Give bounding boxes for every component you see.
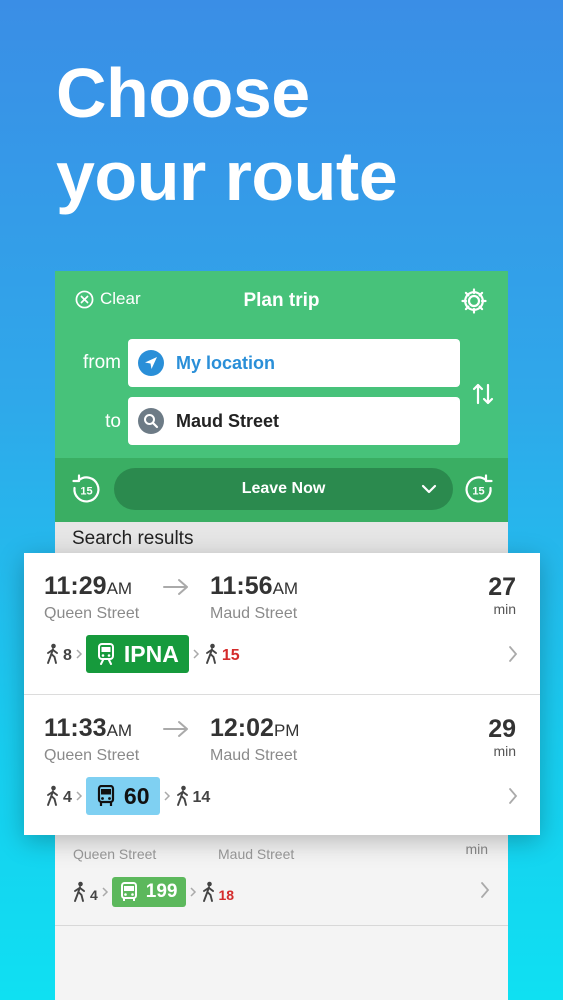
swap-arrows-icon[interactable]: [471, 381, 495, 407]
result-2-to-stop: Maud Street: [210, 747, 298, 764]
depart-ampm: AM: [106, 579, 133, 598]
from-value: My location: [176, 352, 276, 373]
forward-minutes: 15: [472, 486, 484, 498]
walking-person-icon: [47, 785, 58, 806]
search-icon: [138, 408, 164, 434]
walking-person-icon: [74, 881, 85, 902]
arrive-ampm: PM: [273, 721, 300, 740]
result-1-to-stop: Maud Street: [210, 605, 298, 622]
rewind-15-button[interactable]: 15: [70, 474, 102, 506]
forward-15-icon: 15: [465, 474, 493, 503]
walk-minutes: 4: [63, 789, 72, 806]
arrow-right-icon: [163, 579, 188, 595]
result-1-legs: 8 IPNA 15: [44, 635, 240, 673]
duration-value: 27: [488, 573, 516, 601]
walk-minutes: 4: [90, 887, 98, 903]
walk-minutes: 8: [63, 647, 72, 664]
arrive-time: 11:56: [210, 572, 273, 600]
route-name: IPNA: [123, 640, 179, 667]
result-1-duration: 27 min: [488, 573, 516, 617]
walking-person-icon: [205, 643, 217, 664]
result-2-duration: 29 min: [488, 715, 516, 759]
route-number: 199: [145, 881, 178, 902]
walk-minutes: 14: [192, 789, 211, 806]
result-row-1[interactable]: 11:29AM 11:56AM Queen Street Maud Street…: [24, 553, 540, 694]
walking-person-icon: [47, 643, 58, 664]
page-title: Plan trip: [243, 290, 320, 311]
to-label: to: [105, 411, 121, 432]
chevron-right-icon: [481, 882, 490, 898]
result-3-legs: 4 199 18: [71, 877, 234, 907]
chevron-right-icon: [76, 649, 82, 659]
depart-time: 11:33: [44, 714, 107, 742]
duration-unit: min: [493, 743, 516, 759]
location-arrow-icon: [138, 350, 164, 376]
walk-minutes: 18: [218, 887, 235, 903]
arrive-time: 12:02: [210, 714, 274, 742]
walk-leg: 14: [174, 785, 211, 807]
headline-line-1: Choose: [56, 54, 310, 132]
walk-minutes: 15: [221, 647, 240, 664]
from-label: from: [83, 352, 121, 373]
walk-leg: 15: [203, 643, 240, 665]
route-badge: 60: [85, 777, 160, 815]
depart-time: 11:29: [44, 572, 107, 600]
result-3-duration: min: [465, 841, 488, 857]
walking-person-icon: [176, 785, 188, 806]
chevron-right-icon: [509, 646, 518, 662]
result-1-from-stop: Queen Street: [44, 605, 140, 622]
time-bar: 15 Leave Now 15: [55, 458, 508, 522]
duration-value: 29: [488, 715, 516, 743]
result-2-from-stop: Queen Street: [44, 747, 140, 764]
chevron-down-icon: [421, 484, 437, 494]
walk-leg: 4: [71, 881, 98, 903]
trip-planner-header: Clear Plan trip from My location to Maud…: [55, 271, 508, 458]
chevron-right-icon: [76, 791, 82, 801]
result-1-depart: 11:29AM: [44, 572, 132, 601]
duration-unit: min: [493, 601, 516, 617]
leave-now-dropdown[interactable]: Leave Now: [114, 468, 453, 510]
result-3-from-stop: Queen Street: [73, 846, 157, 862]
result-2-legs: 4 60 14: [44, 777, 210, 815]
to-value: Maud Street: [176, 410, 280, 431]
result-3-duration-unit: min: [465, 841, 488, 857]
route-badge: IPNA: [85, 635, 189, 673]
search-results-header: Search results: [55, 522, 508, 554]
result-1-arrive: 11:56AM: [210, 572, 298, 601]
to-field[interactable]: Maud Street: [128, 397, 460, 445]
bus-icon: [120, 882, 137, 901]
chevron-right-icon: [189, 887, 196, 897]
walking-person-icon: [202, 881, 214, 902]
chevron-right-icon: [163, 791, 170, 801]
depart-ampm: AM: [106, 721, 133, 740]
headline: Choose your route: [56, 52, 398, 218]
arrive-ampm: AM: [272, 579, 299, 598]
headline-line-2: your route: [56, 137, 398, 215]
walk-leg: 8: [44, 643, 72, 665]
walk-leg: 4: [44, 785, 72, 807]
train-icon: [97, 643, 114, 665]
leave-now-label: Leave Now: [241, 480, 326, 497]
route-number: 60: [123, 782, 150, 809]
chevron-right-icon: [509, 788, 518, 804]
result-2-depart: 11:33AM: [44, 714, 132, 743]
bus-icon: [97, 785, 115, 806]
results-card: 11:29AM 11:56AM Queen Street Maud Street…: [24, 553, 540, 835]
walk-leg: 18: [200, 881, 235, 903]
gear-icon[interactable]: [460, 287, 488, 315]
forward-15-button[interactable]: 15: [463, 474, 495, 506]
result-2-arrive: 12:02PM: [210, 714, 299, 743]
result-3-to-stop: Maud Street: [218, 846, 295, 862]
arrow-right-icon: [163, 721, 188, 737]
nav-bar: Clear Plan trip: [55, 271, 508, 331]
rewind-15-icon: 15: [72, 474, 100, 503]
route-badge: 199: [111, 877, 186, 907]
chevron-right-icon: [193, 649, 199, 659]
result-row-2[interactable]: 11:33AM 12:02PM Queen Street Maud Street…: [24, 694, 540, 836]
from-field[interactable]: My location: [128, 339, 460, 387]
rewind-minutes: 15: [80, 486, 92, 498]
chevron-right-icon: [102, 887, 108, 897]
